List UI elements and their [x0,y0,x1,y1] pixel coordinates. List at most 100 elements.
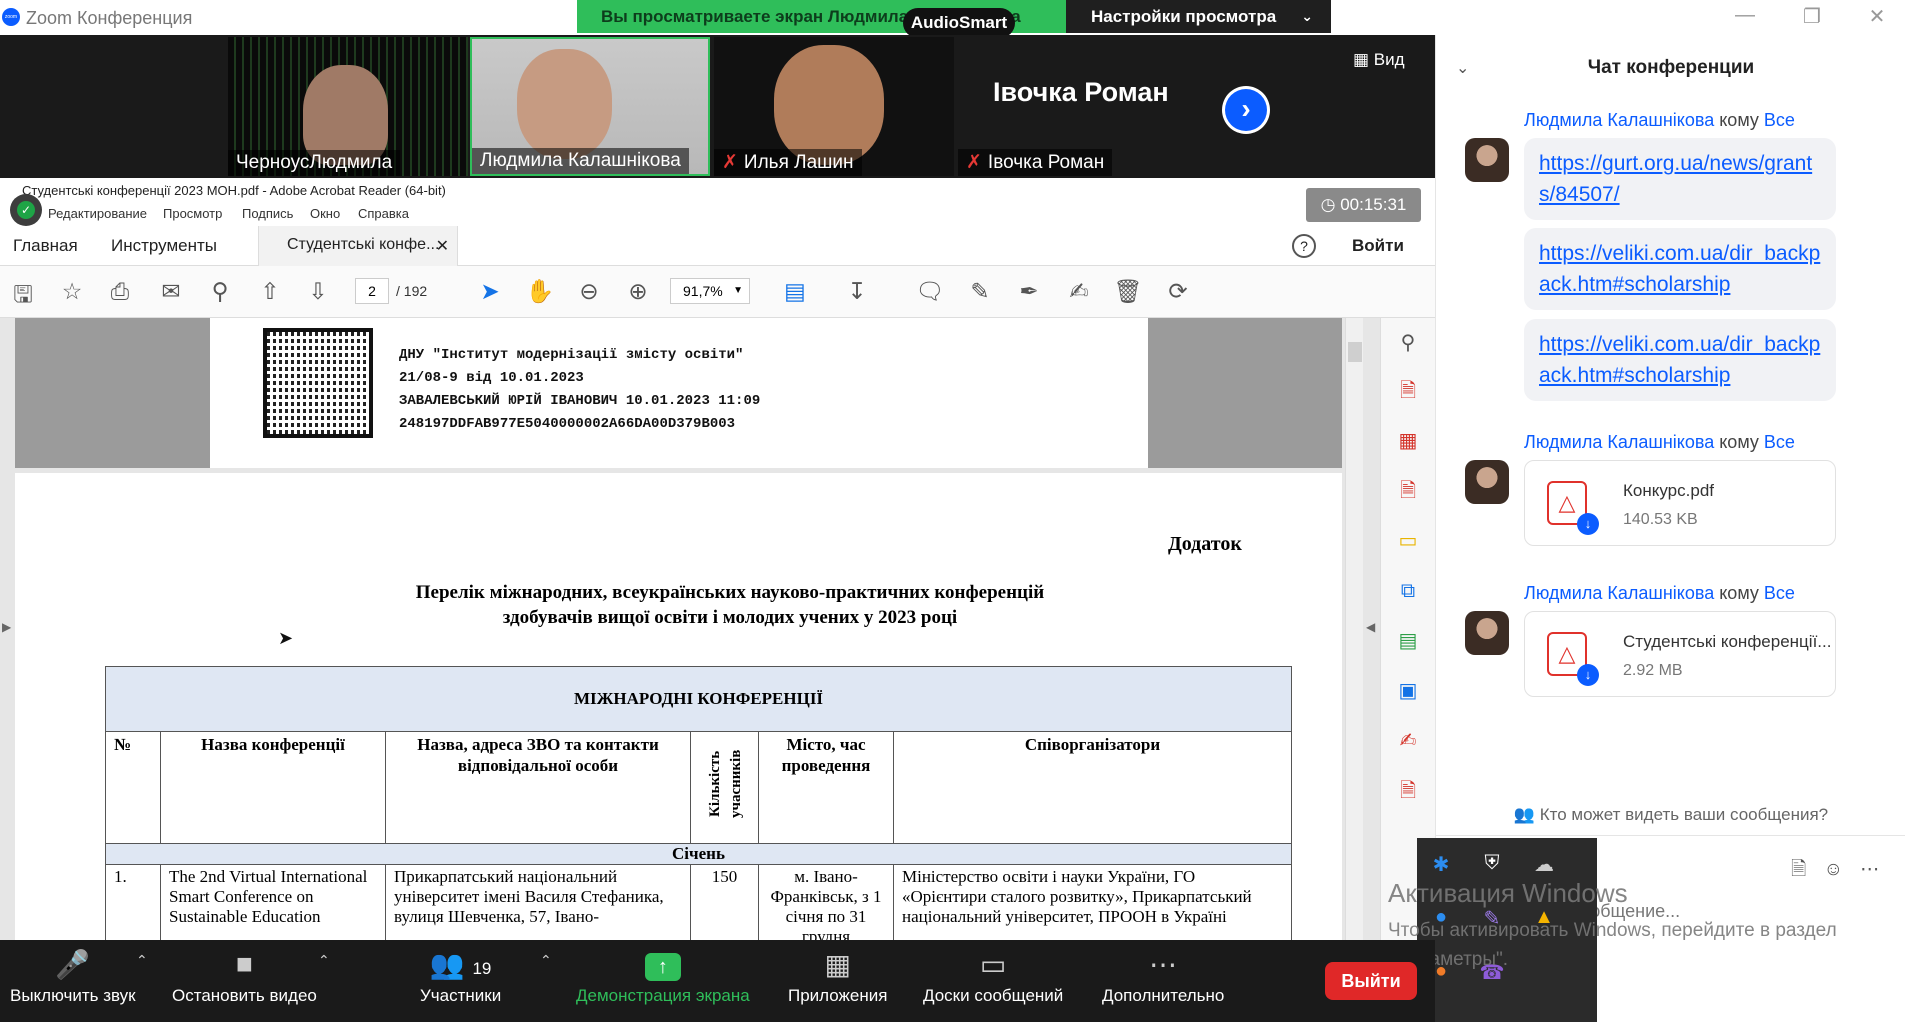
comment-icon[interactable]: 🗨 [915,278,945,305]
menu-edit[interactable]: Редактирование [48,202,147,226]
export-pdf-icon[interactable]: 🗎 [1395,478,1421,504]
more-button[interactable]: ⋯ Дополнительно [1102,948,1224,1006]
document-viewport[interactable]: ДНУ "Інститут модернізації змісту освіти… [0,318,1435,940]
apps-button[interactable]: ▦ Приложения [788,948,887,1006]
comment-panel-icon[interactable]: ▭ [1395,528,1421,554]
participant-face [517,49,612,159]
page-down-icon[interactable]: ⇩ [303,278,333,305]
zoom-window: zoom Zoom Конференция Вы просматриваете … [0,0,1905,1022]
more-icon[interactable]: ⋯ [1860,859,1879,880]
tab-document[interactable]: Студентські конфе... ✕ [258,226,458,266]
mute-button[interactable]: 🎤 Выключить звук [10,948,136,1006]
scan-ocr-icon[interactable]: ▣ [1395,678,1421,704]
whiteboards-button[interactable]: ▭ Доски сообщений [923,948,1063,1006]
scroll-mode-icon[interactable]: ↧ [842,278,872,305]
menu-help[interactable]: Справка [358,202,409,226]
view-settings-dropdown[interactable]: Настройки просмотра ⌄ [1066,0,1331,33]
fill-sign-icon[interactable]: ✍ [1395,728,1421,754]
video-tile[interactable]: ЧерноусЛюдмила [228,37,468,176]
menu-view[interactable]: Просмотр [163,202,222,226]
email-icon[interactable]: ✉ [156,278,186,305]
page-number-input[interactable]: 2 [355,278,389,304]
organize-pages-icon[interactable]: ▦ [1395,428,1421,454]
chat-link[interactable]: https://veliki.com.ua/dir_backpack.htm#s… [1524,319,1836,401]
fit-page-icon[interactable]: ▤ [780,278,810,305]
help-icon[interactable]: ? [1292,234,1316,258]
sign-icon[interactable]: ✒ [1014,278,1044,305]
minimize-icon[interactable]: — [1730,4,1760,27]
file-icon[interactable]: 🗎 [1791,859,1806,880]
scrollbar-thumb[interactable] [1348,342,1362,362]
expand-nav-icon[interactable]: ▶ [2,620,11,634]
document-scrollbar[interactable] [1345,318,1363,940]
message-sender: Людмила Калашнікова кому Все [1524,110,1795,130]
zoom-out-icon[interactable]: ⊖ [574,278,604,305]
cell-num: 1. [105,864,161,940]
video-tile[interactable]: Івочка Роман ✗ Івочка Роман [958,37,1198,176]
tab-tools[interactable]: Инструменты [111,236,217,256]
chat-link[interactable]: https://gurt.org.ua/news/grants/84507/ [1524,138,1836,220]
participants-options-caret[interactable]: ⌃ [540,952,552,969]
delete-icon[interactable]: 🗑 [1113,278,1143,305]
chat-link[interactable]: https://veliki.com.ua/dir_backpack.htm#s… [1524,228,1836,310]
view-button[interactable]: ▦ Вид [1353,50,1405,70]
download-icon[interactable]: ↓ [1577,664,1599,686]
chat-visibility-info[interactable]: 👥 Кто может видеть ваши сообщения? [1436,805,1905,825]
zoom-dropdown[interactable]: 91,7% ▼ [670,278,750,304]
share-screen-button[interactable]: ↑ Демонстрация экрана [576,948,750,1006]
close-icon[interactable]: ✕ [1862,4,1892,29]
tab-home[interactable]: Главная [13,236,78,256]
audio-options-caret[interactable]: ⌃ [136,952,148,969]
collapse-panel-icon[interactable]: ◀ [1366,620,1375,634]
highlight-icon[interactable]: ✎ [965,278,995,305]
col-num: № [105,731,161,844]
stop-video-button[interactable]: ■ Остановить видео [172,948,317,1006]
menu-sign[interactable]: Подпись [242,202,293,226]
bluetooth-icon[interactable]: ✱ [1426,852,1456,877]
save-icon[interactable]: 🖫 [8,278,38,317]
participants-button[interactable]: 👥 19 Участники [420,948,501,1006]
menu-window[interactable]: Окно [310,202,340,226]
video-options-caret[interactable]: ⌃ [318,952,330,969]
security-shield-icon[interactable]: ⛨ [1477,852,1507,875]
windows-activation-title: Активация Windows [1388,878,1628,908]
zoom-in-icon[interactable]: ⊕ [623,278,653,305]
col-count: Кількість учасників [690,731,759,844]
edit-pdf-icon[interactable]: 🗎 [1395,778,1421,804]
file-attachment[interactable]: △ ↓ Студентські конференції... 2.92 MB [1524,611,1836,697]
print-icon[interactable]: ⎙ [105,278,135,305]
table-caption: МІЖНАРОДНІ КОНФЕРЕНЦІЇ [105,666,1292,732]
file-name: Студентські конференції... [1623,632,1832,651]
month-row: Січень [105,843,1292,865]
bookmark-star-icon[interactable]: ☆ [57,278,87,305]
hand-tool-icon[interactable]: ✋ [525,278,555,305]
microphone-icon: 🎤 [55,949,91,980]
select-cursor-icon[interactable]: ➤ [475,278,505,305]
video-tile-active-speaker[interactable]: Людмила Калашнікова [470,37,710,176]
file-size: 140.53 KB [1623,511,1698,528]
next-page-button[interactable]: › [1222,86,1270,134]
download-icon[interactable]: ↓ [1577,513,1599,535]
zoom-search-icon[interactable]: ⚲ [1395,330,1421,356]
col-name: Назва конференції [160,731,386,844]
video-tile[interactable]: ✗ Илья Лашин [714,37,954,176]
onedrive-icon[interactable]: ☁ [1529,852,1559,877]
create-pdf-icon[interactable]: 🗎 [1395,378,1421,404]
search-icon[interactable]: ⚲ [205,278,235,305]
emoji-icon[interactable]: ☺ [1824,859,1843,880]
combine-files-icon[interactable]: ⧉ [1395,578,1421,604]
divider [1436,835,1905,836]
compress-pdf-icon[interactable]: ▤ [1395,628,1421,654]
message-sender: Людмила Калашнікова кому Все [1524,432,1795,452]
stamp-icon[interactable]: ✍ [1064,278,1094,305]
page-up-icon[interactable]: ⇧ [255,278,285,305]
leave-button[interactable]: Выйти [1325,962,1417,1000]
signature-stamp: ДНУ "Інститут модернізації змісту освіти… [399,347,761,432]
avatar [1465,460,1509,504]
rotate-icon[interactable]: ⟳ [1163,278,1193,305]
file-attachment[interactable]: △ ↓ Конкурс.pdf 140.53 KB [1524,460,1836,546]
close-tab-icon[interactable]: ✕ [436,236,449,256]
signin-button[interactable]: Войти [1352,236,1404,256]
participant-name: ✗ Івочка Роман [958,149,1113,176]
restore-icon[interactable]: ❐ [1797,4,1827,29]
